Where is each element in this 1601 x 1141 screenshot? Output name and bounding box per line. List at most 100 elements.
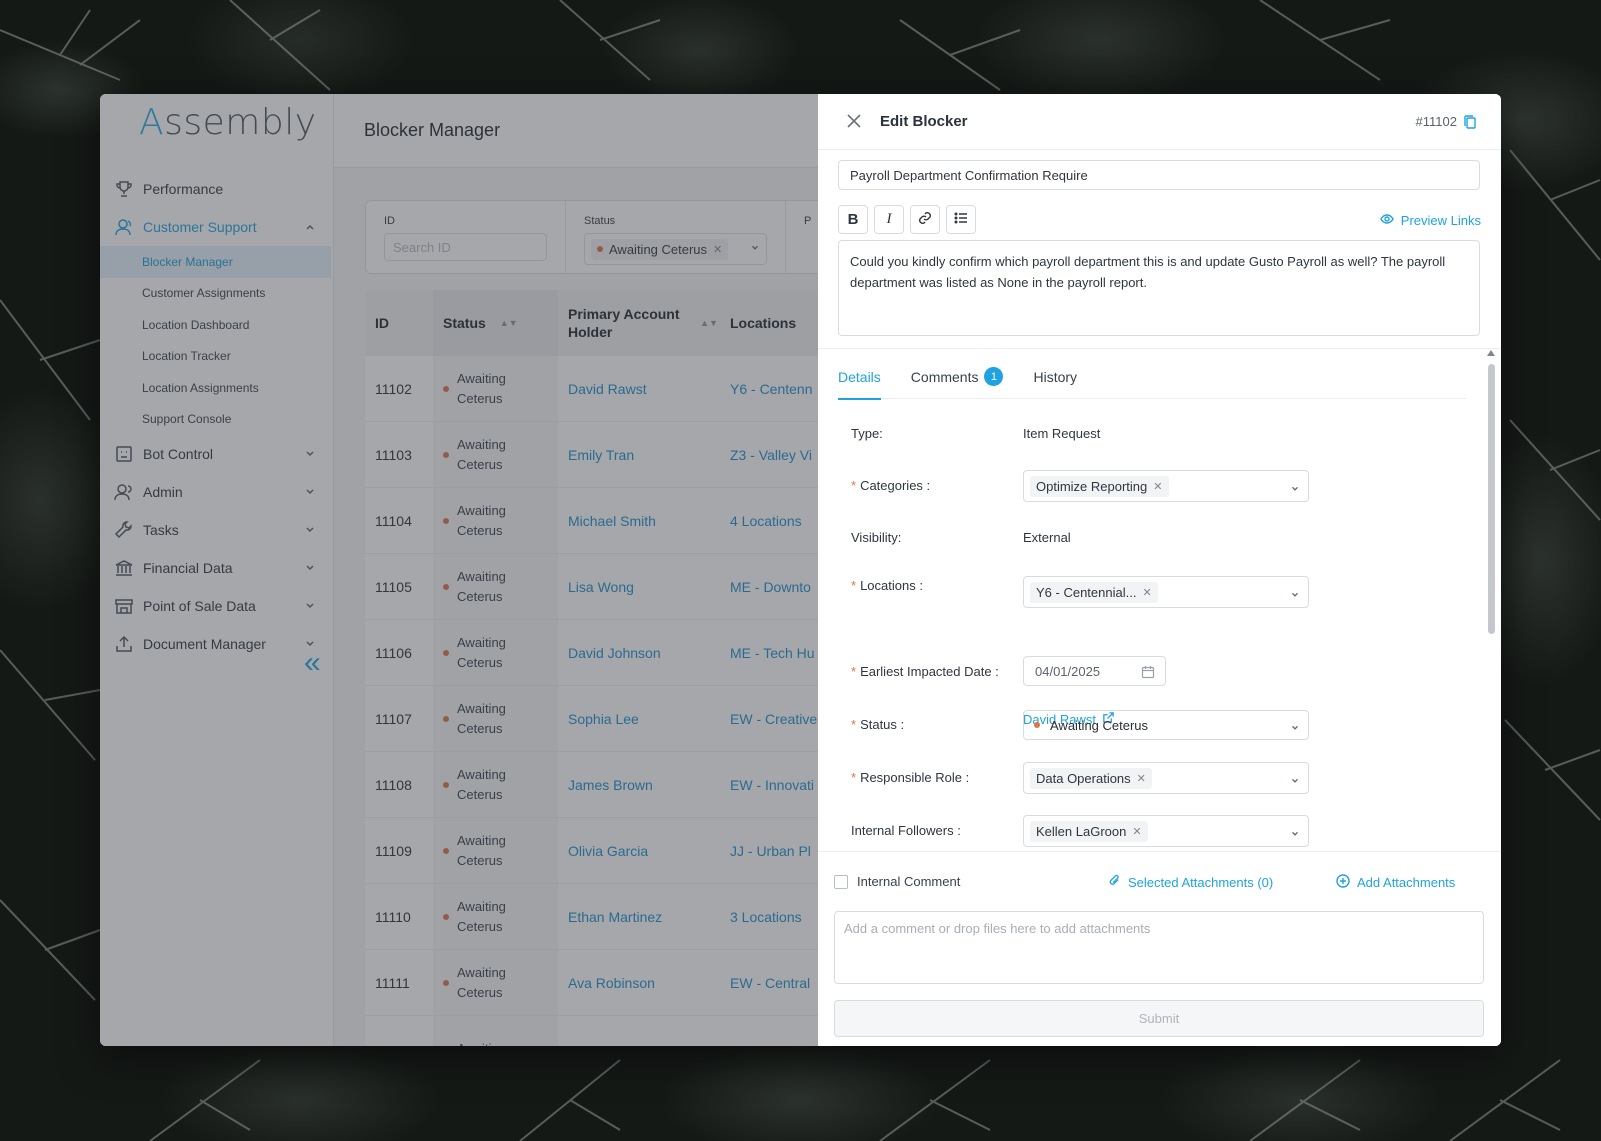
cell-primary-account-holder[interactable]: David Rawst [558, 381, 718, 397]
sidebar-item-tasks[interactable]: Tasks [100, 511, 334, 549]
table-row[interactable]: 11107 Awaiting Ceterus Sophia Lee EW - Crea… [365, 686, 825, 752]
cell-locations[interactable]: 3 Locations [718, 909, 825, 925]
cell-locations[interactable]: ME - Tech Hu [718, 645, 825, 661]
status-filter-select[interactable]: Awaiting Ceterus ✕ [584, 233, 767, 265]
italic-button[interactable]: I [874, 205, 904, 234]
scroll-thumb[interactable] [1488, 364, 1495, 634]
sidebar-subitem-location-dashboard[interactable]: Location Dashboard [100, 309, 334, 341]
sidebar-item-customer-support[interactable]: Customer Support [100, 208, 334, 246]
cell-primary-account-holder[interactable]: Sophia Lee [558, 711, 718, 727]
earliest-impacted-date-input[interactable]: 04/01/2025 [1023, 656, 1166, 686]
col-header-locations[interactable]: Locations [718, 315, 825, 331]
cell-locations[interactable]: EW - Creative [718, 711, 825, 727]
sidebar-subitem-customer-assignments[interactable]: Customer Assignments [100, 278, 334, 310]
col-header-status[interactable]: Status ▲▼ [433, 290, 558, 356]
status-label: * Status : [851, 717, 905, 732]
table-row[interactable]: 11105 Awaiting Ceterus Lisa Wong ME - Downt… [365, 554, 825, 620]
sidebar-item-admin[interactable]: Admin [100, 473, 334, 511]
cell-primary-account-holder[interactable]: Ava Robinson [558, 975, 718, 991]
table-row[interactable]: 11111 Awaiting Ceterus Ava Robinson EW - Ce… [365, 950, 825, 1016]
locations-select[interactable]: Y6 - Centennial... ✕ [1023, 576, 1309, 608]
tab-history[interactable]: History [1033, 369, 1077, 399]
table-row[interactable]: 11103 Awaiting Ceterus Emily Tran Z3 - Vall… [365, 422, 825, 488]
copy-icon[interactable] [1463, 114, 1477, 129]
sort-icon: ▲▼ [499, 318, 518, 328]
status-dot [443, 649, 449, 656]
sidebar-item-document-manager[interactable]: Document Manager [100, 625, 334, 663]
remove-chip-icon[interactable]: ✕ [713, 243, 722, 256]
table-row[interactable]: 11104 Awaiting Ceterus Michael Smith 4 Loca… [365, 488, 825, 554]
cell-id: 11110 [375, 908, 411, 925]
cell-primary-account-holder[interactable]: Michael Smith [558, 513, 718, 529]
cell-locations[interactable]: ME - Downto [718, 579, 825, 595]
collapse-sidebar-icon[interactable]: « [304, 646, 321, 680]
close-icon[interactable] [846, 113, 864, 131]
internal-comment-checkbox[interactable] [834, 874, 848, 889]
cell-primary-account-holder[interactable]: Lisa Wong [558, 579, 718, 595]
sidebar-item-bot-control[interactable]: Bot Control [100, 435, 334, 473]
status-text: Awaiting Ceterus [457, 436, 506, 472]
details-scrollbar[interactable] [1487, 350, 1495, 634]
cell-primary-account-holder[interactable]: James Brown [558, 777, 718, 793]
table-row[interactable]: 11106 Awaiting Ceterus David Johnson ME - T… [365, 620, 825, 686]
description-editor[interactable]: Could you kindly confirm which payroll d… [838, 240, 1480, 336]
sidebar-subitem-support-console[interactable]: Support Console [100, 404, 334, 436]
bank-icon [113, 557, 135, 579]
comment-input[interactable]: Add a comment or drop files here to add … [834, 911, 1484, 984]
chevron-down-icon [1290, 826, 1300, 836]
categories-select[interactable]: Optimize Reporting ✕ [1023, 470, 1309, 502]
cell-locations[interactable]: 4 Locations [718, 513, 825, 529]
internal-comment-toggle[interactable]: Internal Comment [834, 874, 960, 889]
table-row[interactable]: 11102 Awaiting Ceterus David Rawst Y6 - Cen… [365, 356, 825, 422]
responsible-role-select[interactable]: Data Operations ✕ [1023, 762, 1309, 794]
cell-primary-account-holder[interactable]: Emily Tran [558, 447, 718, 463]
cell-locations[interactable]: Y6 - Centenn [718, 381, 825, 397]
sidebar-item-performance[interactable]: Performance [100, 170, 334, 208]
remove-chip-icon[interactable]: ✕ [1142, 586, 1151, 599]
col-header-primary-account-holder[interactable]: Primary Account Holder ▲▼ [558, 305, 718, 341]
add-attachments-button[interactable]: Add Attachments [1336, 874, 1455, 891]
table-header: ID Status ▲▼ Primary Account Holder ▲▼ Loc… [365, 290, 825, 356]
table-row[interactable]: 11110 Awaiting Ceterus Ethan Martinez 3 Loc… [365, 884, 825, 950]
table-row[interactable]: 11109 Awaiting Ceterus Olivia Garcia JJ - U… [365, 818, 825, 884]
cell-locations[interactable]: JJ - Urban Pl [718, 843, 825, 859]
selected-attachments-button[interactable]: Selected Attachments (0) [1108, 874, 1273, 890]
sidebar-subitem-blocker-manager[interactable]: Blocker Manager [100, 246, 331, 278]
status-dot [443, 715, 449, 722]
cell-primary-account-holder[interactable]: Olivia Garcia [558, 843, 718, 859]
tab-comments[interactable]: Comments 1 [911, 367, 1004, 399]
status-text: Awaiting Ceterus [457, 766, 506, 802]
preview-links-button[interactable]: Preview Links [1380, 212, 1481, 229]
cell-primary-account-holder[interactable]: Ethan Martinez [558, 909, 718, 925]
col-header-id[interactable]: ID [365, 315, 433, 331]
visibility-value: External [1023, 530, 1071, 545]
sidebar-item-point-of-sale-data[interactable]: Point of Sale Data [100, 587, 334, 625]
tab-details[interactable]: Details [838, 369, 881, 400]
remove-chip-icon[interactable]: ✕ [1153, 480, 1162, 493]
sidebar-item-financial-data[interactable]: Financial Data [100, 549, 334, 587]
cell-locations[interactable]: Z3 - Valley Vi [718, 447, 825, 463]
blocker-title-input[interactable]: Payroll Department Confirmation Require [838, 160, 1480, 190]
chevron-down-icon [1290, 481, 1300, 491]
cell-locations[interactable]: EW - Central [718, 975, 825, 991]
col-header-label: Primary Account Holder [568, 306, 680, 340]
link-button[interactable] [910, 205, 940, 234]
remove-chip-icon[interactable]: ✕ [1132, 825, 1141, 838]
submit-button[interactable]: Submit [834, 1000, 1484, 1037]
cell-locations[interactable]: EW - Innovati [718, 777, 825, 793]
scroll-up-arrow[interactable] [1487, 350, 1495, 356]
sidebar-subitem-location-tracker[interactable]: Location Tracker [100, 341, 334, 373]
sidebar-subitem-location-assignments[interactable]: Location Assignments [100, 372, 334, 404]
cell-primary-account-holder[interactable]: David Johnson [558, 645, 718, 661]
status-chip-label: Awaiting Ceterus [609, 241, 708, 257]
search-id-input[interactable]: Search ID [384, 233, 547, 261]
bullet-list-button[interactable] [946, 205, 976, 234]
table-row[interactable]: Awaiting [365, 1016, 825, 1046]
internal-followers-select[interactable]: Kellen LaGroon ✕ [1023, 815, 1309, 847]
divider [818, 348, 1501, 349]
remove-chip-icon[interactable]: ✕ [1137, 772, 1146, 785]
field-label: Status : [860, 717, 905, 732]
status-select[interactable]: Awaiting Ceterus [1023, 710, 1309, 740]
bold-button[interactable]: B [838, 205, 868, 234]
table-row[interactable]: 11108 Awaiting Ceterus James Brown EW - Inn… [365, 752, 825, 818]
